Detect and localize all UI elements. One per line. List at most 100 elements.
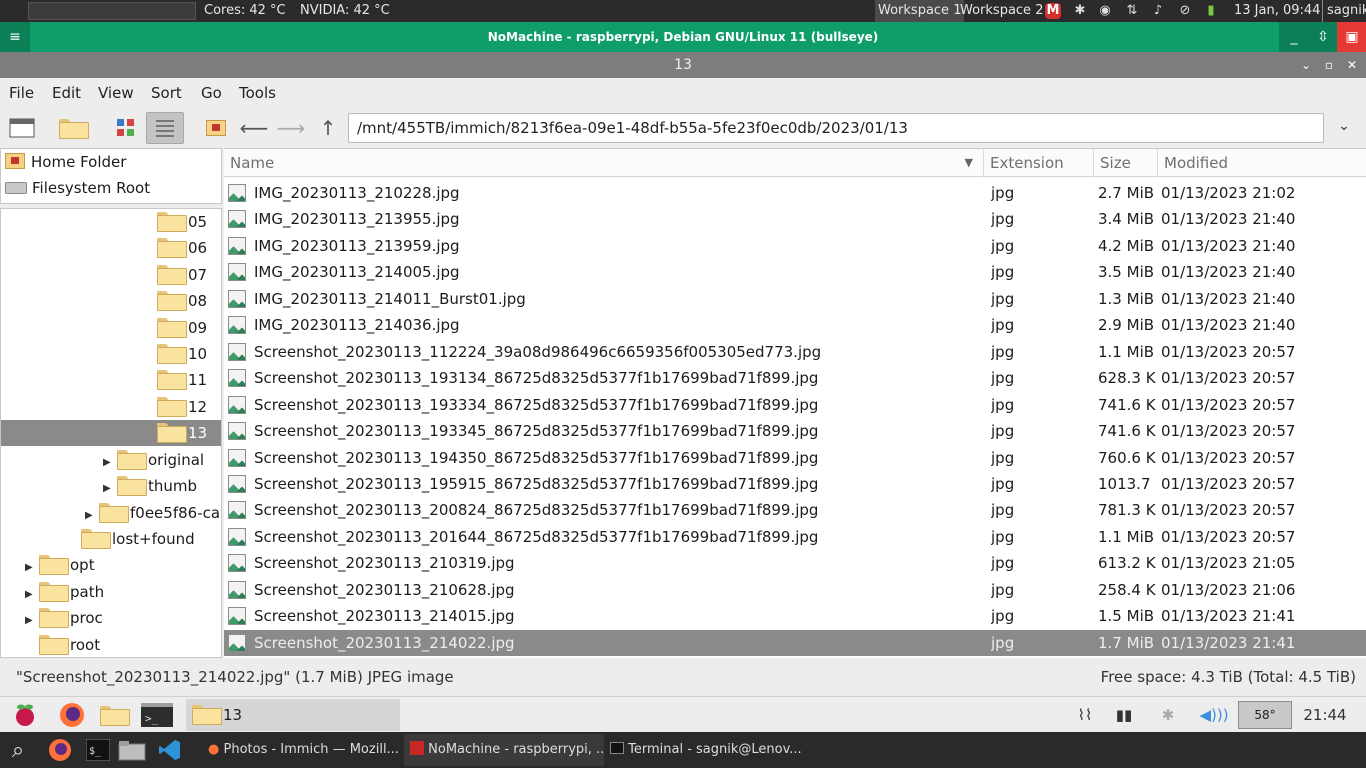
taskbar-window-13[interactable]: 13 xyxy=(186,699,400,731)
column-header-extension[interactable]: Extension xyxy=(984,149,1094,177)
tree-node-selected[interactable]: 13 xyxy=(1,420,221,446)
gmail-icon[interactable]: M xyxy=(1045,3,1061,19)
file-row[interactable]: Screenshot_20230113_214015.jpg jpg 1.5 MiB… xyxy=(224,603,1366,629)
terminal-icon[interactable]: $_ xyxy=(84,736,112,764)
firefox-icon[interactable] xyxy=(46,736,74,764)
volume-icon[interactable]: ◀))) xyxy=(1198,701,1230,729)
menu-view[interactable]: View xyxy=(98,78,134,108)
host-user[interactable]: sagnik xyxy=(1322,0,1366,22)
bluetooth-icon[interactable]: ✱ xyxy=(1156,701,1180,729)
discord-icon[interactable]: ◉ xyxy=(1097,3,1113,19)
file-manager-icon[interactable] xyxy=(118,736,146,764)
file-modified: 01/13/2023 21:41 xyxy=(1161,607,1296,625)
file-manager-icon[interactable] xyxy=(100,700,130,730)
file-row[interactable]: IMG_20230113_213955.jpg jpg 3.4 MiB 01/13/2… xyxy=(224,206,1366,232)
network-icon[interactable]: ⇅ xyxy=(1124,3,1140,19)
pi-clock[interactable]: 21:44 xyxy=(1300,701,1350,729)
host-clock[interactable]: 13 Jan, 09:44 xyxy=(1234,0,1320,22)
menu-go[interactable]: Go xyxy=(201,78,222,108)
tree-node[interactable]: ▶ thumb xyxy=(103,473,197,499)
bluetooth-icon[interactable]: ✱ xyxy=(1072,3,1088,19)
tree-node[interactable]: lost+found xyxy=(81,526,195,552)
file-row[interactable]: IMG_20230113_214011_Burst01.jpg jpg 1.3 Mi… xyxy=(224,286,1366,312)
tree-node[interactable]: 06 xyxy=(157,235,207,261)
tree-node[interactable]: ▶ opt xyxy=(25,552,95,578)
host-task-nomachine[interactable]: NoMachine - raspberrypi, ... xyxy=(404,734,604,766)
file-row[interactable]: IMG_20230113_214036.jpg jpg 2.9 MiB 01/13/2… xyxy=(224,312,1366,338)
tree-node[interactable]: 05 xyxy=(157,209,207,235)
tree-node[interactable]: 08 xyxy=(157,288,207,314)
place-home-folder[interactable]: Home Folder xyxy=(5,149,126,175)
wifi-signal-icon[interactable]: ▮▮ xyxy=(1112,701,1136,729)
file-row[interactable]: Screenshot_20230113_200824_86725d8325d53… xyxy=(224,497,1366,523)
nomachine-fit-button[interactable]: ⇳ xyxy=(1308,22,1338,52)
tree-node[interactable]: ▶ proc xyxy=(25,605,103,631)
host-task-terminal[interactable]: Terminal - sagnik@Lenov... xyxy=(604,734,804,766)
column-header-size[interactable]: Size xyxy=(1094,149,1158,177)
tree-label: 05 xyxy=(188,213,208,231)
tree-node[interactable]: 12 xyxy=(157,394,207,420)
notifications-muted-icon[interactable]: ⊘ xyxy=(1177,3,1193,19)
file-row[interactable]: Screenshot_20230113_195915_86725d8325d53… xyxy=(224,471,1366,497)
file-row[interactable]: Screenshot_20230113_112224_39a08d986496c… xyxy=(224,339,1366,365)
file-extension: jpg xyxy=(991,501,1015,519)
file-row[interactable]: Screenshot_20230113_194350_86725d8325d53… xyxy=(224,445,1366,471)
file-row[interactable]: Screenshot_20230113_210319.jpg jpg 613.2 K… xyxy=(224,550,1366,576)
tree-node[interactable]: 09 xyxy=(157,315,207,341)
up-icon[interactable]: ↑ xyxy=(312,112,344,144)
cpu-temperature[interactable]: 58° xyxy=(1238,701,1292,729)
file-row[interactable]: IMG_20230113_210228.jpg jpg 2.7 MiB 01/13/2… xyxy=(224,180,1366,206)
search-icon[interactable]: ⌕ xyxy=(4,736,32,764)
file-row[interactable]: IMG_20230113_213959.jpg jpg 4.2 MiB 01/13/2… xyxy=(224,233,1366,259)
file-row[interactable]: Screenshot_20230113_201644_86725d8325d53… xyxy=(224,524,1366,550)
file-row[interactable]: Screenshot_20230113_210628.jpg jpg 258.4 K… xyxy=(224,577,1366,603)
column-header-modified[interactable]: Modified xyxy=(1158,149,1366,177)
tree-node[interactable]: 07 xyxy=(157,262,207,288)
terminal-icon[interactable]: >_ xyxy=(140,700,174,730)
file-row[interactable]: Screenshot_20230113_193334_86725d8325d53… xyxy=(224,392,1366,418)
close-icon[interactable]: ✕ xyxy=(1343,56,1361,74)
expand-arrow-icon[interactable]: ▶ xyxy=(103,476,117,502)
file-row[interactable]: Screenshot_20230113_193345_86725d8325d53… xyxy=(224,418,1366,444)
file-row[interactable]: Screenshot_20230113_193134_86725d8325d53… xyxy=(224,365,1366,391)
volume-icon[interactable]: ♪ xyxy=(1150,3,1166,19)
host-task-firefox[interactable]: ● Photos - Immich — Mozill... xyxy=(202,734,402,766)
nomachine-close-button[interactable]: ▣ xyxy=(1337,22,1366,52)
workspace-2[interactable]: Workspace 2 xyxy=(957,0,1046,22)
forward-icon[interactable]: ⟶ xyxy=(275,112,307,144)
icon-view-icon[interactable] xyxy=(110,112,142,144)
detailed-list-view-icon[interactable] xyxy=(146,112,184,144)
home-icon[interactable] xyxy=(200,112,232,144)
nomachine-minimize-button[interactable]: _ xyxy=(1279,22,1309,52)
firefox-icon[interactable] xyxy=(57,700,87,730)
file-row[interactable]: Screenshot_20230113_214022.jpg jpg 1.7 MiB… xyxy=(224,630,1366,656)
tree-node[interactable]: ▶ path xyxy=(25,579,104,605)
tree-node[interactable]: ▶ f0ee5f86-ca6 xyxy=(85,500,221,526)
path-history-dropdown-icon[interactable]: ⌄ xyxy=(1334,118,1354,138)
host-panel-widget[interactable] xyxy=(28,2,196,20)
tree-node[interactable]: ▶ original xyxy=(103,447,204,473)
workspace-1[interactable]: Workspace 1 xyxy=(875,0,965,22)
place-filesystem-root[interactable]: Filesystem Root xyxy=(5,175,150,201)
tree-node[interactable]: 11 xyxy=(157,367,207,393)
new-window-icon[interactable] xyxy=(6,112,38,144)
expand-arrow-icon[interactable]: ▶ xyxy=(25,555,39,581)
menu-tools[interactable]: Tools xyxy=(239,78,276,108)
menu-edit[interactable]: Edit xyxy=(52,78,81,108)
collapse-icon[interactable]: ⌄ xyxy=(1297,56,1315,74)
maximize-icon[interactable]: ▫ xyxy=(1320,56,1338,74)
battery-icon[interactable]: ▮ xyxy=(1203,3,1219,19)
vscode-icon[interactable] xyxy=(156,736,184,764)
network-wired-icon[interactable]: ⌇⌇ xyxy=(1068,701,1102,729)
column-header-name[interactable]: Name ▼ xyxy=(224,149,984,177)
raspberry-menu-icon[interactable] xyxy=(10,700,40,730)
path-bar[interactable]: /mnt/455TB/immich/8213f6ea-09e1-48df-b55… xyxy=(348,113,1324,143)
menu-sort[interactable]: Sort xyxy=(151,78,182,108)
tree-node[interactable]: 10 xyxy=(157,341,207,367)
back-icon[interactable]: ⟵ xyxy=(238,112,270,144)
new-tab-icon[interactable] xyxy=(58,112,90,144)
menu-file[interactable]: File xyxy=(9,78,34,108)
file-row[interactable]: IMG_20230113_214005.jpg jpg 3.5 MiB 01/13/2… xyxy=(224,259,1366,285)
expand-arrow-icon[interactable]: ▶ xyxy=(25,608,39,634)
tree-node[interactable]: root xyxy=(39,632,100,657)
